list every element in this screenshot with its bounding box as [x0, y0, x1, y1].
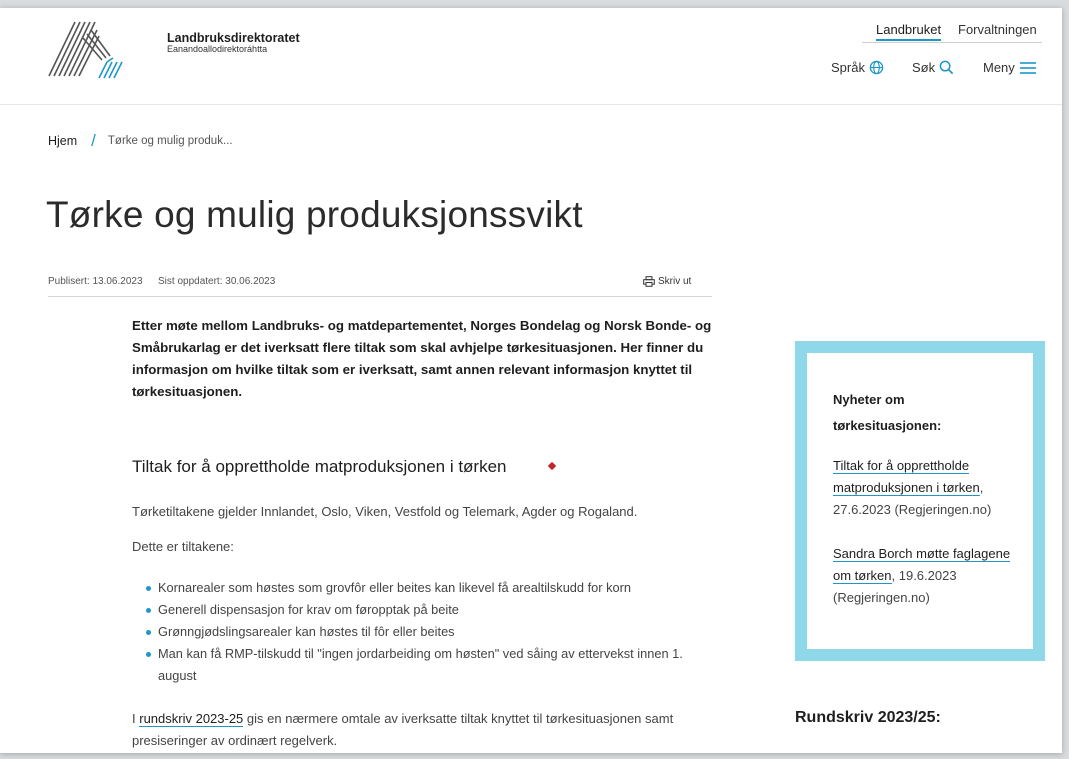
- news-box-title: Nyheter om tørkesituasjonen:: [833, 392, 942, 433]
- globe-icon: [869, 60, 884, 75]
- page: Landbruksdirektoratet Eanandoallodirekto…: [0, 8, 1062, 753]
- print-button[interactable]: Skriv ut: [643, 276, 691, 287]
- paragraph-rundskriv: I rundskriv 2023-25 gis en nærmere omtal…: [132, 708, 722, 752]
- page-title: Tørke og mulig produksjonssvikt: [46, 194, 583, 235]
- site-header: Landbruksdirektoratet Eanandoallodirekto…: [0, 8, 1062, 105]
- search-label: Søk: [912, 60, 936, 75]
- news-item: Sandra Borch møtte faglagene om tørken, …: [833, 543, 1023, 609]
- search-icon: [939, 60, 954, 75]
- news-box: Nyheter om tørkesituasjonen: Tiltak for …: [795, 341, 1045, 661]
- breadcrumb: Hjem / Tørke og mulig produk...: [48, 131, 233, 151]
- menu-label: Meny: [983, 60, 1015, 75]
- print-label: Skriv ut: [658, 276, 692, 287]
- news-item: Tiltak for å opprettholde matproduksjone…: [833, 455, 1023, 521]
- search-button[interactable]: Søk: [912, 60, 954, 75]
- list-item: Generell dispensasjon for krav om føropp…: [146, 599, 706, 621]
- rundskriv-link[interactable]: rundskriv 2023-25: [139, 711, 244, 727]
- breadcrumb-separator: /: [91, 131, 96, 150]
- paragraph-regions: Tørketiltakene gjelder Innlandet, Oslo, …: [132, 504, 638, 519]
- list-item: Kornarealer som høstes som grovfôr eller…: [146, 577, 706, 599]
- paragraph-measures-intro: Dette er tiltakene:: [132, 539, 234, 554]
- updated-date: Sist oppdatert: 30.06.2023: [158, 276, 276, 287]
- news-link[interactable]: Tiltak for å opprettholde matproduksjone…: [833, 458, 980, 496]
- mouse-cursor-icon: [547, 461, 557, 471]
- org-name: Landbruksdirektoratet: [167, 31, 300, 45]
- menu-button[interactable]: Meny: [983, 60, 1037, 75]
- breadcrumb-current: Tørke og mulig produk...: [107, 135, 233, 147]
- tab-forvaltningen[interactable]: Forvaltningen: [958, 22, 1037, 37]
- rundskriv-heading: Rundskriv 2023/25:: [795, 709, 941, 726]
- article-lead: Etter møte mellom Landbruks- og matdepar…: [132, 318, 712, 399]
- section-heading: Tiltak for å opprettholde matproduksjone…: [132, 457, 507, 476]
- language-button[interactable]: Språk: [831, 60, 884, 75]
- hamburger-icon: [1019, 61, 1036, 74]
- language-label: Språk: [831, 60, 865, 75]
- logo-mark-icon: [48, 21, 123, 79]
- site-logo[interactable]: Landbruksdirektoratet Eanandoallodirekto…: [47, 18, 300, 80]
- tab-landbruket[interactable]: Landbruket: [876, 22, 942, 41]
- printer-icon: [643, 276, 655, 287]
- published-date: Publisert: 13.06.2023: [48, 276, 143, 287]
- list-item: Man kan få RMP-tilskudd til "ingen jorda…: [146, 643, 706, 687]
- article-meta: Publisert: 13.06.2023 Sist oppdatert: 30…: [48, 274, 712, 297]
- measures-list: Kornarealer som høstes som grovfôr eller…: [146, 577, 706, 687]
- breadcrumb-home[interactable]: Hjem: [48, 134, 77, 148]
- org-subname: Eanandoallodirektoráhtta: [167, 44, 268, 54]
- list-item: Grønngjødslingsarealer kan høstes til fô…: [146, 621, 706, 643]
- site-tabs: Landbruket Forvaltningen: [862, 22, 1042, 43]
